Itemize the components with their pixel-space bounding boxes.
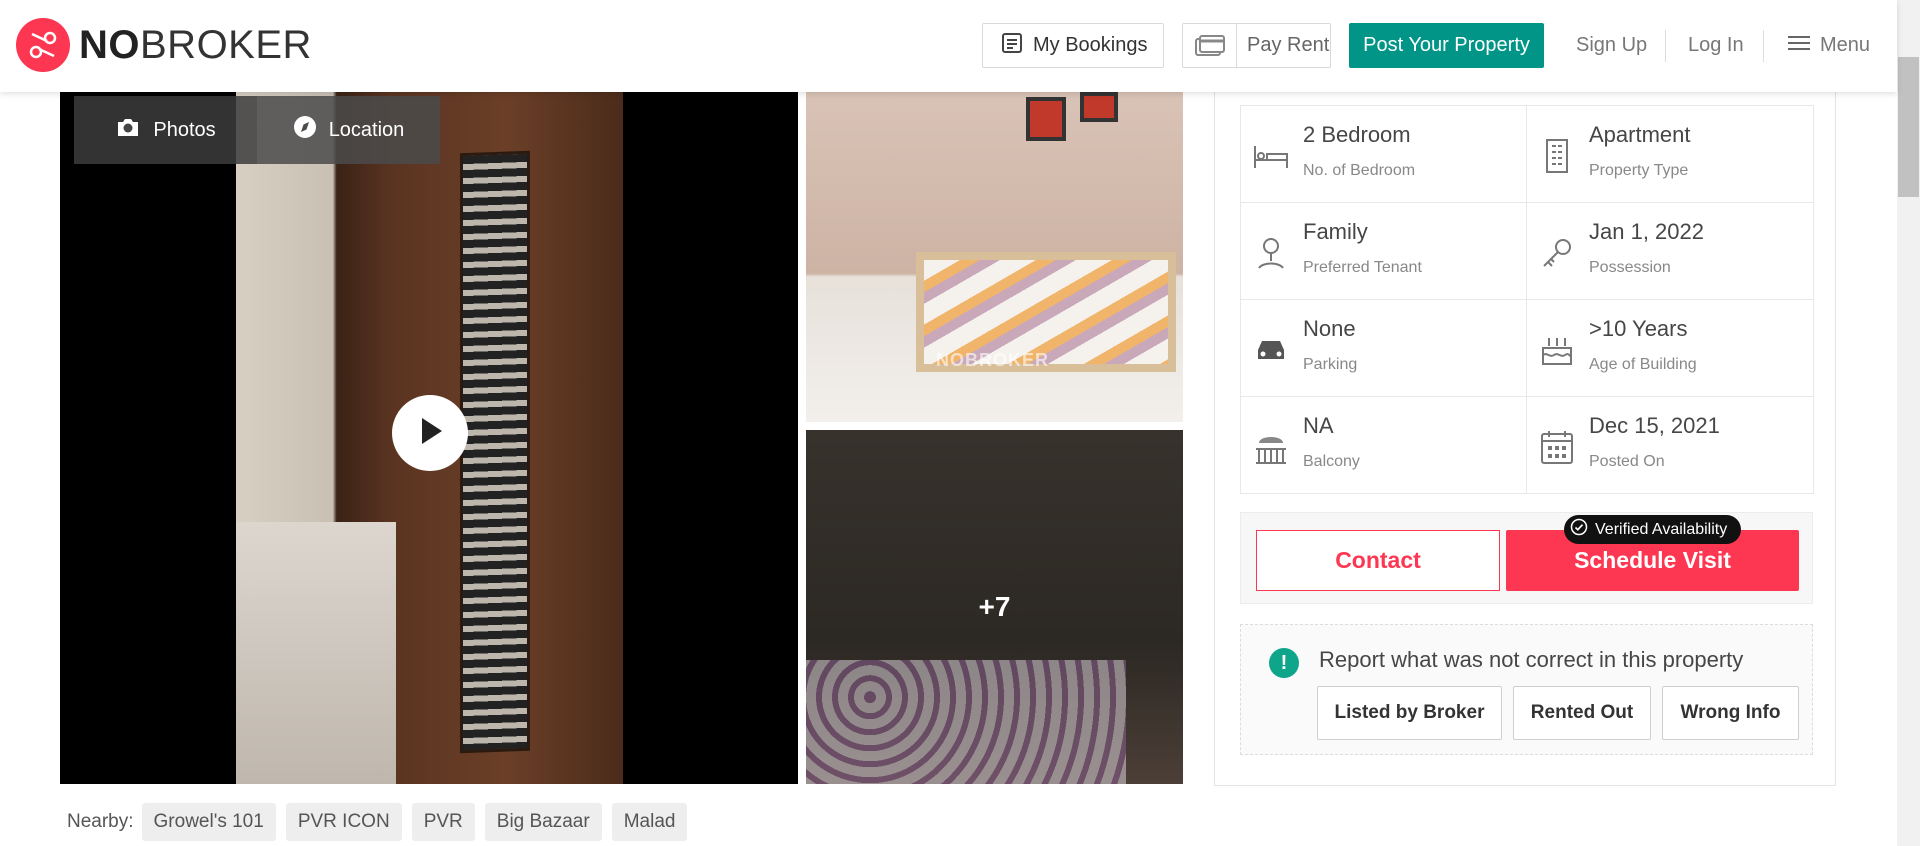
report-section: ! Report what was not correct in this pr… <box>1240 624 1813 755</box>
main-video-thumbnail[interactable]: Photos Location <box>60 92 798 784</box>
detail-value: >10 Years <box>1589 316 1688 341</box>
menu-label: Menu <box>1820 34 1871 56</box>
contact-button[interactable]: Contact <box>1256 530 1500 591</box>
property-details-grid: 2 Bedroom No. of Bedroom Apartment Prope… <box>1240 105 1814 494</box>
nearby-label: Nearby: <box>67 811 134 832</box>
nearby-chip[interactable]: Growel's 101 <box>141 803 276 841</box>
detail-value: None <box>1303 316 1356 341</box>
play-icon <box>416 416 444 451</box>
balcony-icon <box>1253 429 1289 465</box>
tab-location-label: Location <box>328 118 405 141</box>
header-divider <box>1665 30 1666 62</box>
cta-section: Contact Schedule Visit Verified Availabi… <box>1240 512 1813 604</box>
detail-label: Posted On <box>1589 453 1665 470</box>
detail-possession: Jan 1, 2022 Possession <box>1526 202 1814 300</box>
credit-card-icon <box>1183 24 1237 67</box>
compass-icon <box>293 115 317 145</box>
pay-rent-label: Pay Rent <box>1247 34 1330 56</box>
alert-icon: ! <box>1269 648 1299 678</box>
detail-label: No. of Bedroom <box>1303 162 1416 179</box>
check-circle-icon <box>1570 518 1588 541</box>
logo-scissors-icon <box>16 18 70 72</box>
wall-frame <box>1080 92 1118 122</box>
verified-label: Verified Availability <box>1595 520 1728 538</box>
detail-bedroom: 2 Bedroom No. of Bedroom <box>1240 105 1527 203</box>
property-details-panel: 2 Bedroom No. of Bedroom Apartment Prope… <box>1214 92 1836 786</box>
bed-icon <box>1253 138 1289 174</box>
post-property-button[interactable]: Post Your Property <box>1349 23 1544 68</box>
my-bookings-button[interactable]: My Bookings <box>982 23 1164 68</box>
nearby-chip[interactable]: Big Bazaar <box>484 803 602 841</box>
more-photos-count: +7 <box>978 591 1011 622</box>
top-header: NOBROKER My Bookings Pay Rent Post Your … <box>0 0 1897 92</box>
nearby-chip[interactable]: Malad <box>611 803 688 841</box>
louver-door <box>460 150 530 754</box>
play-video-button[interactable] <box>392 395 468 471</box>
rented-out-button[interactable]: Rented Out <box>1513 686 1651 740</box>
report-title: Report what was not correct in this prop… <box>1319 647 1744 672</box>
detail-label: Age of Building <box>1589 356 1697 373</box>
tab-photos[interactable]: Photos <box>74 96 257 164</box>
hamburger-icon <box>1788 34 1810 57</box>
detail-posted-on: Dec 15, 2021 Posted On <box>1526 396 1814 494</box>
nearby-section: Nearby: Growel's 101 PVR ICON PVR Big Ba… <box>67 803 697 841</box>
wrong-info-button[interactable]: Wrong Info <box>1662 686 1799 740</box>
logo-text: NOBROKER <box>79 22 312 67</box>
detail-label: Parking <box>1303 356 1358 373</box>
tab-photos-label: Photos <box>153 118 216 141</box>
verified-availability-badge: Verified Availability <box>1564 515 1742 544</box>
bookings-icon <box>1001 32 1023 60</box>
log-in-link[interactable]: Log In <box>1688 34 1744 57</box>
floor-photo-area <box>236 522 396 784</box>
detail-label: Balcony <box>1303 453 1360 470</box>
detail-parking: None Parking <box>1240 299 1527 397</box>
detail-preferred-tenant: Family Preferred Tenant <box>1240 202 1527 300</box>
tenant-icon <box>1253 235 1289 271</box>
my-bookings-label: My Bookings <box>1033 34 1148 56</box>
detail-value: Jan 1, 2022 <box>1589 219 1704 244</box>
tab-location[interactable]: Location <box>257 96 440 164</box>
cake-icon <box>1539 332 1575 368</box>
menu-button[interactable]: Menu <box>1788 34 1870 57</box>
camera-icon <box>115 116 141 144</box>
detail-property-type: Apartment Property Type <box>1526 105 1814 203</box>
pay-rent-button[interactable]: Pay Rent <box>1182 23 1331 68</box>
key-icon <box>1539 235 1575 271</box>
scrollbar-thumb[interactable] <box>1898 57 1919 197</box>
detail-value: 2 Bedroom <box>1303 122 1411 147</box>
gallery-tabs: Photos Location <box>74 96 440 164</box>
detail-age-of-building: >10 Years Age of Building <box>1526 299 1814 397</box>
detail-balcony: NA Balcony <box>1240 396 1527 494</box>
gallery-thumbnail-more[interactable]: +7 <box>806 430 1183 784</box>
detail-value: NA <box>1303 413 1334 438</box>
watermark: NOBROKER <box>936 350 1050 370</box>
building-icon <box>1539 138 1575 174</box>
wall-frame <box>1026 97 1066 141</box>
car-icon <box>1253 332 1289 368</box>
nobroker-logo[interactable]: NOBROKER <box>16 18 312 72</box>
detail-value: Apartment <box>1589 122 1691 147</box>
header-divider <box>1763 30 1764 62</box>
detail-value: Dec 15, 2021 <box>1589 413 1720 438</box>
sign-up-link[interactable]: Sign Up <box>1576 34 1647 57</box>
detail-label: Property Type <box>1589 162 1689 179</box>
detail-label: Possession <box>1589 259 1671 276</box>
nearby-chip[interactable]: PVR <box>411 803 475 841</box>
nearby-chip[interactable]: PVR ICON <box>285 803 402 841</box>
detail-value: Family <box>1303 219 1368 244</box>
listed-by-broker-button[interactable]: Listed by Broker <box>1317 686 1502 740</box>
gallery-thumbnail-bedroom[interactable]: NOBROKER <box>806 92 1183 422</box>
calendar-icon <box>1539 429 1575 465</box>
detail-label: Preferred Tenant <box>1303 259 1422 276</box>
